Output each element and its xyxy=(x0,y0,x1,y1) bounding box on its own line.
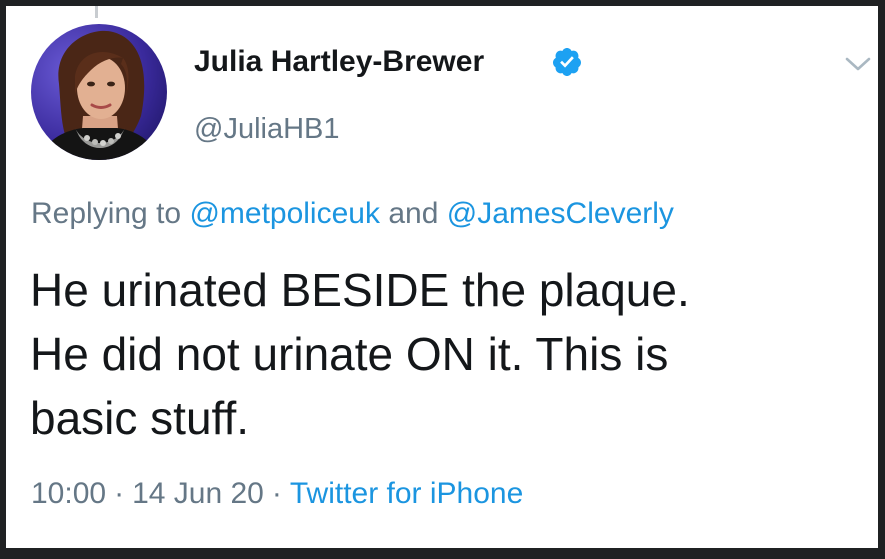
meta-separator: · xyxy=(114,477,125,510)
chevron-down-icon[interactable] xyxy=(844,54,872,74)
thread-line xyxy=(95,6,98,18)
avatar[interactable] xyxy=(31,24,167,160)
meta-separator: · xyxy=(271,477,282,510)
tweet-line: He did not urinate ON it. This is xyxy=(30,328,669,380)
replying-prefix: Replying to xyxy=(31,197,182,230)
replying-to: Replying to @metpoliceuk and @JamesCleve… xyxy=(31,196,674,232)
tweet-time[interactable]: 10:00 xyxy=(31,477,106,510)
mention-jamescleverly[interactable]: @JamesCleverly xyxy=(447,197,674,230)
user-handle[interactable]: @JuliaHB1 xyxy=(194,112,340,146)
replying-conjunction: and xyxy=(388,197,439,230)
tweet-line: basic stuff. xyxy=(30,392,250,444)
tweet-meta: 10:00 · 14 Jun 20 · Twitter for iPhone xyxy=(31,476,523,512)
display-name[interactable]: Julia Hartley-Brewer xyxy=(194,44,484,80)
tweet-source[interactable]: Twitter for iPhone xyxy=(290,477,523,510)
tweet-card[interactable]: Julia Hartley-Brewer @JuliaHB1 Replying … xyxy=(6,6,878,548)
tweet-text: He urinated BESIDE the plaque. He did no… xyxy=(30,258,850,450)
tweet-line: He urinated BESIDE the plaque. xyxy=(30,264,690,316)
mention-metpoliceuk[interactable]: @metpoliceuk xyxy=(189,197,380,230)
verified-badge-icon xyxy=(552,48,581,76)
tweet-date[interactable]: 14 Jun 20 xyxy=(132,477,264,510)
